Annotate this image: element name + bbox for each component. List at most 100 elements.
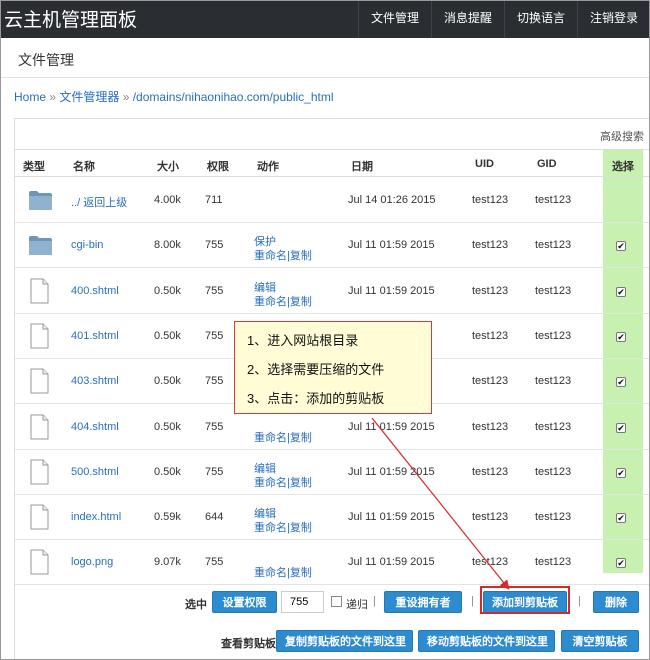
file-name-link[interactable]: 400.shtml: [71, 285, 119, 297]
action-rename-link[interactable]: 重命名: [254, 432, 287, 444]
breadcrumb-file-manager[interactable]: 文件管理器: [59, 90, 119, 104]
action-copy-link[interactable]: 复制: [290, 477, 312, 489]
file-uid: test123: [472, 194, 509, 206]
action-rename-link[interactable]: 重命名: [254, 567, 287, 579]
divider: |: [578, 595, 581, 607]
action-rename-link[interactable]: 重命名: [254, 250, 287, 262]
divider: |: [373, 595, 376, 607]
file-uid: test123: [472, 375, 509, 388]
permission-input[interactable]: [281, 591, 324, 613]
select-checkbox[interactable]: ✔: [616, 331, 626, 342]
file-gid: test123: [535, 329, 572, 342]
file-date: Jul 11 01:59 2015: [348, 284, 435, 297]
advanced-search-link[interactable]: 高级搜索: [600, 128, 644, 144]
action-copy-link[interactable]: 复制: [290, 432, 312, 444]
file-permission: 644: [205, 511, 224, 524]
file-name-link[interactable]: 404.shtml: [71, 421, 119, 433]
file-size: 9.07k: [154, 556, 181, 569]
file-date: Jul 11 01:59 2015: [348, 465, 435, 478]
col-type: 类型: [23, 161, 45, 173]
file-size: 0.50k: [154, 375, 181, 388]
file-size: 0.59k: [154, 511, 181, 524]
select-checkbox[interactable]: ✔: [616, 513, 626, 524]
select-checkbox[interactable]: ✔: [616, 467, 626, 478]
col-uid[interactable]: UID: [475, 158, 494, 170]
col-date[interactable]: 日期: [351, 158, 373, 174]
action-rename-link[interactable]: 重命名: [254, 522, 287, 534]
action-copy-link[interactable]: 复制: [290, 250, 312, 262]
action-copy-link[interactable]: 复制: [290, 296, 312, 308]
file-gid: test123: [535, 194, 572, 206]
select-checkbox[interactable]: ✔: [616, 286, 626, 297]
file-permission: 711: [205, 194, 223, 206]
select-checkbox[interactable]: ✔: [616, 377, 626, 388]
file-date: Jul 11 01:59 2015: [348, 511, 435, 524]
select-checkbox[interactable]: ✔: [616, 241, 626, 252]
nav-messages[interactable]: 消息提醒: [430, 0, 504, 38]
table-row: index.html 0.59k 644 编辑 重命名|复制 Jul 11 01:59 2…: [15, 495, 650, 541]
view-clipboard-label[interactable]: 查看剪贴板: [221, 635, 276, 651]
nav-language[interactable]: 切换语言: [503, 0, 577, 38]
file-date: Jul 11 01:59 2015: [348, 420, 435, 433]
col-name[interactable]: 名称: [73, 158, 95, 174]
selected-label: 选中: [185, 599, 207, 611]
file-icon: [30, 323, 49, 349]
file-permission: 755: [205, 375, 224, 388]
add-clipboard-highlight: [480, 586, 570, 614]
file-permission: 755: [205, 239, 224, 252]
file-name-link[interactable]: 500.shtml: [71, 466, 119, 478]
table-row: cgi-bin 8.00k 755 保护 重命名|复制 Jul 11 01:59 2015…: [15, 223, 650, 269]
breadcrumb-path[interactable]: /domains/nihaonihao.com/public_html: [133, 90, 334, 104]
file-name-link[interactable]: logo.png: [71, 556, 113, 568]
file-gid: test123: [535, 465, 572, 478]
file-icon: [30, 504, 49, 530]
copy-clipboard-here-button[interactable]: 复制剪贴板的文件到这里: [276, 630, 413, 652]
col-perm[interactable]: 权限: [207, 158, 229, 174]
action-copy-link[interactable]: 复制: [290, 567, 312, 579]
breadcrumb-sep: »: [119, 90, 133, 104]
app-title: 云主机管理面板: [4, 10, 138, 31]
col-size[interactable]: 大小: [157, 158, 179, 174]
col-action: 动作: [257, 161, 279, 173]
action-rename-link[interactable]: 重命名: [254, 477, 287, 489]
file-permission: 755: [205, 329, 224, 342]
action-copy-link[interactable]: 复制: [290, 522, 312, 534]
nav-file-manager[interactable]: 文件管理: [357, 0, 431, 38]
page-header: 文件管理: [0, 38, 650, 78]
file-uid: test123: [472, 239, 509, 252]
file-name-link[interactable]: ../ 返回上级: [71, 197, 127, 209]
select-checkbox[interactable]: ✔: [616, 422, 626, 433]
nav-logout[interactable]: 注销登录: [576, 0, 650, 38]
file-icon: [30, 368, 49, 394]
file-size: 8.00k: [154, 239, 181, 252]
file-size: 4.00k: [154, 194, 181, 206]
folder-icon: [29, 191, 52, 210]
move-clipboard-here-button[interactable]: 移动剪贴板的文件到这里: [418, 630, 555, 652]
file-uid: test123: [472, 511, 509, 524]
action-rename-link[interactable]: 重命名: [254, 296, 287, 308]
file-icon: [30, 549, 49, 575]
file-name-link[interactable]: cgi-bin: [71, 239, 103, 251]
callout-step-2: 2、选择需要压缩的文件: [247, 362, 385, 377]
file-name-link[interactable]: index.html: [71, 511, 121, 523]
page-title: 文件管理: [18, 52, 74, 68]
recursive-checkbox[interactable]: [331, 596, 342, 607]
set-owner-button[interactable]: 重设拥有者: [384, 591, 462, 613]
callout-step-3: 3、点击：添加的剪贴板: [247, 391, 385, 406]
table-row: ../ 返回上级 4.00k 711 Jul 14 01:26 2015 test123…: [15, 178, 650, 223]
clear-clipboard-button[interactable]: 清空剪贴板: [561, 630, 639, 652]
file-name-link[interactable]: 401.shtml: [71, 330, 119, 342]
file-size: 0.50k: [154, 329, 181, 342]
set-permission-button[interactable]: 设置权限: [212, 591, 277, 613]
recursive-label: 递归: [346, 599, 368, 611]
delete-button[interactable]: 删除: [593, 591, 639, 613]
select-checkbox[interactable]: ✔: [616, 558, 626, 569]
file-icon: [30, 414, 49, 439]
file-permission: 755: [205, 420, 224, 433]
col-gid[interactable]: GID: [537, 158, 557, 170]
file-name-link[interactable]: 403.shtml: [71, 375, 119, 387]
file-permission: 755: [205, 284, 224, 297]
breadcrumb-home[interactable]: Home: [14, 90, 46, 104]
file-gid: test123: [535, 239, 572, 252]
file-gid: test123: [535, 375, 572, 388]
